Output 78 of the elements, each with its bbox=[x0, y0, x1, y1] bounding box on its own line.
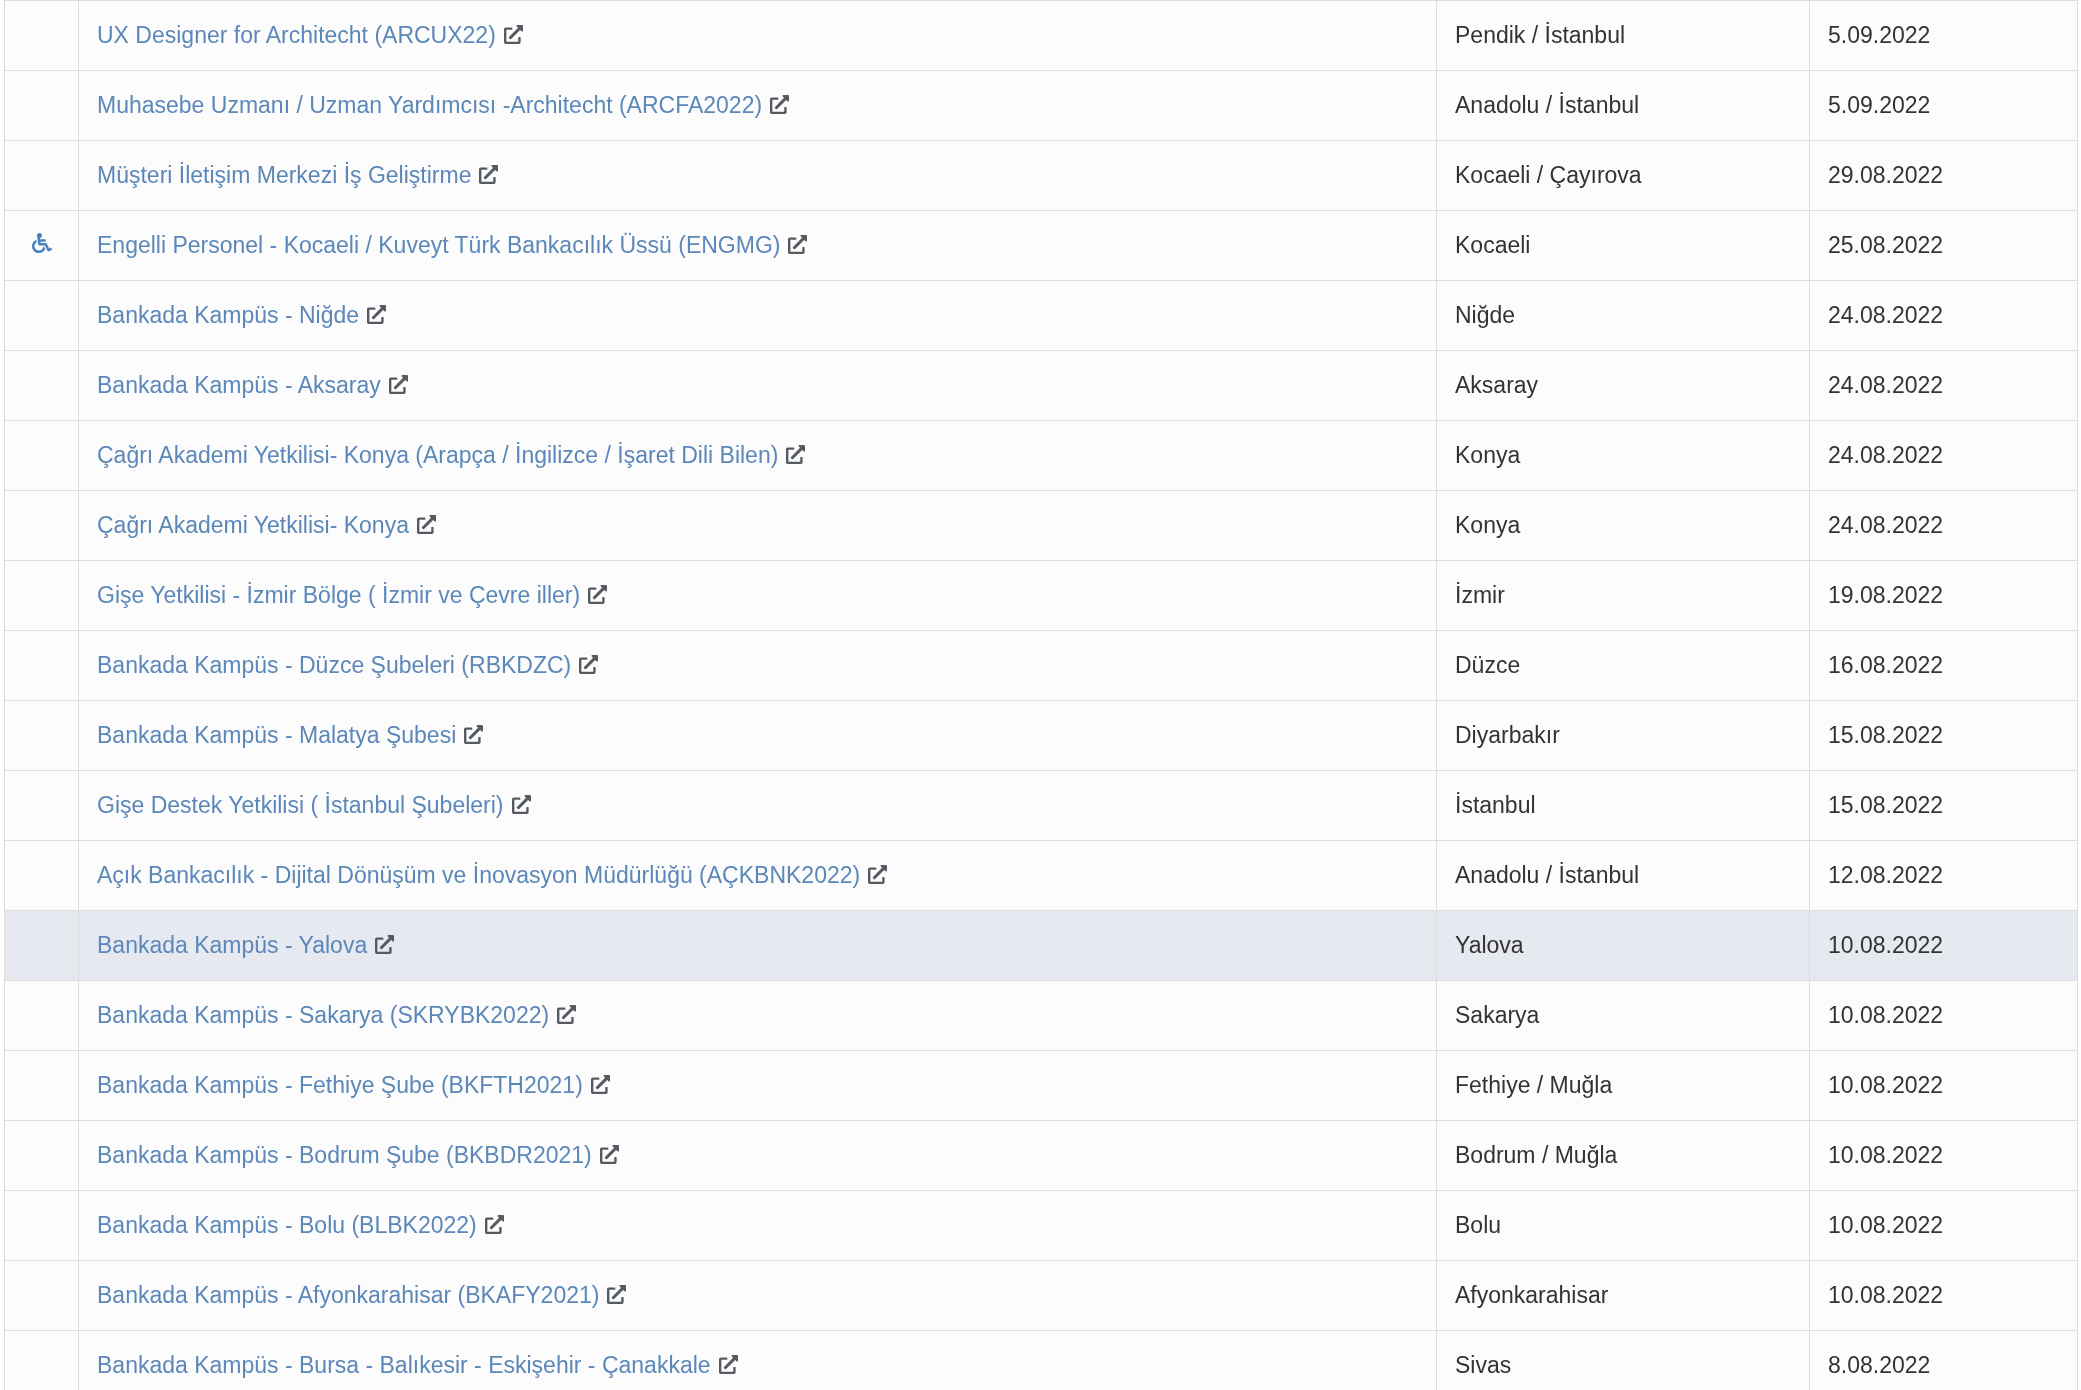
external-link-icon[interactable] bbox=[388, 375, 408, 395]
location-text: Afyonkarahisar bbox=[1455, 1282, 1609, 1309]
location-text: Diyarbakır bbox=[1455, 722, 1560, 749]
date-text: 15.08.2022 bbox=[1828, 792, 1944, 819]
job-title-link[interactable]: Bankada Kampüs - Malatya Şubesi bbox=[97, 722, 457, 749]
external-link-icon[interactable] bbox=[511, 795, 531, 815]
date-text: 10.08.2022 bbox=[1828, 1212, 1944, 1239]
location-text: İstanbul bbox=[1455, 792, 1536, 819]
location-text: Fethiye / Muğla bbox=[1455, 1072, 1613, 1099]
location-text: İzmir bbox=[1455, 582, 1505, 609]
date-text: 15.08.2022 bbox=[1828, 722, 1944, 749]
job-title-link[interactable]: Bankada Kampüs - Afyonkarahisar (BKAFY2021) bbox=[97, 1282, 600, 1309]
date-text: 10.08.2022 bbox=[1828, 1072, 1944, 1099]
location-text: Kocaeli / Çayırova bbox=[1455, 162, 1642, 189]
location-text: Pendik / İstanbul bbox=[1455, 22, 1626, 49]
external-link-icon[interactable] bbox=[868, 865, 888, 885]
date-text: 5.09.2022 bbox=[1828, 22, 1931, 49]
job-title-link[interactable]: Bankada Kampüs - Fethiye Şube (BKFTH2021) bbox=[97, 1072, 583, 1099]
date-text: 12.08.2022 bbox=[1828, 862, 1944, 889]
job-title-link[interactable]: Bankada Kampüs - Yalova bbox=[97, 932, 368, 959]
external-link-icon[interactable] bbox=[503, 25, 523, 45]
external-link-icon[interactable] bbox=[770, 95, 790, 115]
external-link-icon[interactable] bbox=[367, 305, 387, 325]
job-title-link[interactable]: Engelli Personel - Kocaeli / Kuveyt Türk Bankacılık Üssü (ENGMG) bbox=[97, 232, 781, 259]
location-text: Niğde bbox=[1455, 302, 1516, 329]
job-title-link[interactable]: Çağrı Akademi Yetkilisi- Konya bbox=[97, 512, 409, 539]
job-title-link[interactable]: Bankada Kampüs - Niğde bbox=[97, 302, 360, 329]
job-title-link[interactable]: Müşteri İletişim Merkezi İş Geliştirme bbox=[97, 162, 472, 189]
external-link-icon[interactable] bbox=[788, 235, 808, 255]
location-text: Sakarya bbox=[1455, 1002, 1540, 1029]
job-title-link[interactable]: Bankada Kampüs - Aksaray bbox=[97, 372, 381, 399]
external-link-icon[interactable] bbox=[588, 585, 608, 605]
date-text: 29.08.2022 bbox=[1828, 162, 1944, 189]
external-link-icon[interactable] bbox=[599, 1145, 619, 1165]
external-link-icon[interactable] bbox=[484, 1215, 504, 1235]
date-text: 10.08.2022 bbox=[1828, 932, 1944, 959]
location-text: Kocaeli bbox=[1455, 232, 1531, 259]
external-link-icon[interactable] bbox=[579, 655, 599, 675]
job-title-link[interactable]: UX Designer for Architecht (ARCUX22) bbox=[97, 22, 496, 49]
date-text: 10.08.2022 bbox=[1828, 1002, 1944, 1029]
location-text: Sivas bbox=[1455, 1352, 1512, 1379]
location-text: Aksaray bbox=[1455, 372, 1539, 399]
external-link-icon[interactable] bbox=[590, 1075, 610, 1095]
location-text: Konya bbox=[1455, 512, 1521, 539]
date-text: 10.08.2022 bbox=[1828, 1142, 1944, 1169]
job-title-link[interactable]: Bankada Kampüs - Bolu (BLBK2022) bbox=[97, 1212, 477, 1239]
date-text: 25.08.2022 bbox=[1828, 232, 1944, 259]
job-title-link[interactable]: Bankada Kampüs - Bodrum Şube (BKBDR2021) bbox=[97, 1142, 592, 1169]
external-link-icon[interactable] bbox=[416, 515, 436, 535]
location-text: Düzce bbox=[1455, 652, 1521, 679]
job-title-link[interactable]: Muhasebe Uzmanı / Uzman Yardımcısı -Architecht (ARCFA2022) bbox=[97, 92, 763, 119]
date-text: 24.08.2022 bbox=[1828, 302, 1944, 329]
external-link-icon[interactable] bbox=[375, 935, 395, 955]
job-title-link[interactable]: Bankada Kampüs - Sakarya (SKRYBK2022) bbox=[97, 1002, 550, 1029]
location-text: Anadolu / İstanbul bbox=[1455, 92, 1640, 119]
job-title-link[interactable]: Bankada Kampüs - Düzce Şubeleri (RBKDZC) bbox=[97, 652, 572, 679]
external-link-icon[interactable] bbox=[718, 1355, 738, 1375]
job-title-link[interactable]: Gişe Destek Yetkilisi ( İstanbul Şubeleri) bbox=[97, 792, 504, 819]
date-text: 5.09.2022 bbox=[1828, 92, 1931, 119]
date-text: 24.08.2022 bbox=[1828, 372, 1944, 399]
external-link-icon[interactable] bbox=[607, 1285, 627, 1305]
date-text: 24.08.2022 bbox=[1828, 442, 1944, 469]
job-title-link[interactable]: Çağrı Akademi Yetkilisi- Konya (Arapça / İngilizce / İşaret Dili Bilen) bbox=[97, 442, 779, 469]
location-text: Yalova bbox=[1455, 932, 1524, 959]
date-text: 16.08.2022 bbox=[1828, 652, 1944, 679]
date-text: 8.08.2022 bbox=[1828, 1352, 1931, 1379]
location-text: Anadolu / İstanbul bbox=[1455, 862, 1640, 889]
location-text: Bolu bbox=[1455, 1212, 1502, 1239]
date-text: 19.08.2022 bbox=[1828, 582, 1944, 609]
external-link-icon[interactable] bbox=[557, 1005, 577, 1025]
external-link-icon[interactable] bbox=[479, 165, 499, 185]
external-link-icon[interactable] bbox=[786, 445, 806, 465]
job-title-link[interactable]: Gişe Yetkilisi - İzmir Bölge ( İzmir ve Çevre iller) bbox=[97, 582, 581, 609]
location-text: Bodrum / Muğla bbox=[1455, 1142, 1618, 1169]
date-text: 10.08.2022 bbox=[1828, 1282, 1944, 1309]
external-link-icon[interactable] bbox=[464, 725, 484, 745]
location-text: Konya bbox=[1455, 442, 1521, 469]
date-text: 24.08.2022 bbox=[1828, 512, 1944, 539]
